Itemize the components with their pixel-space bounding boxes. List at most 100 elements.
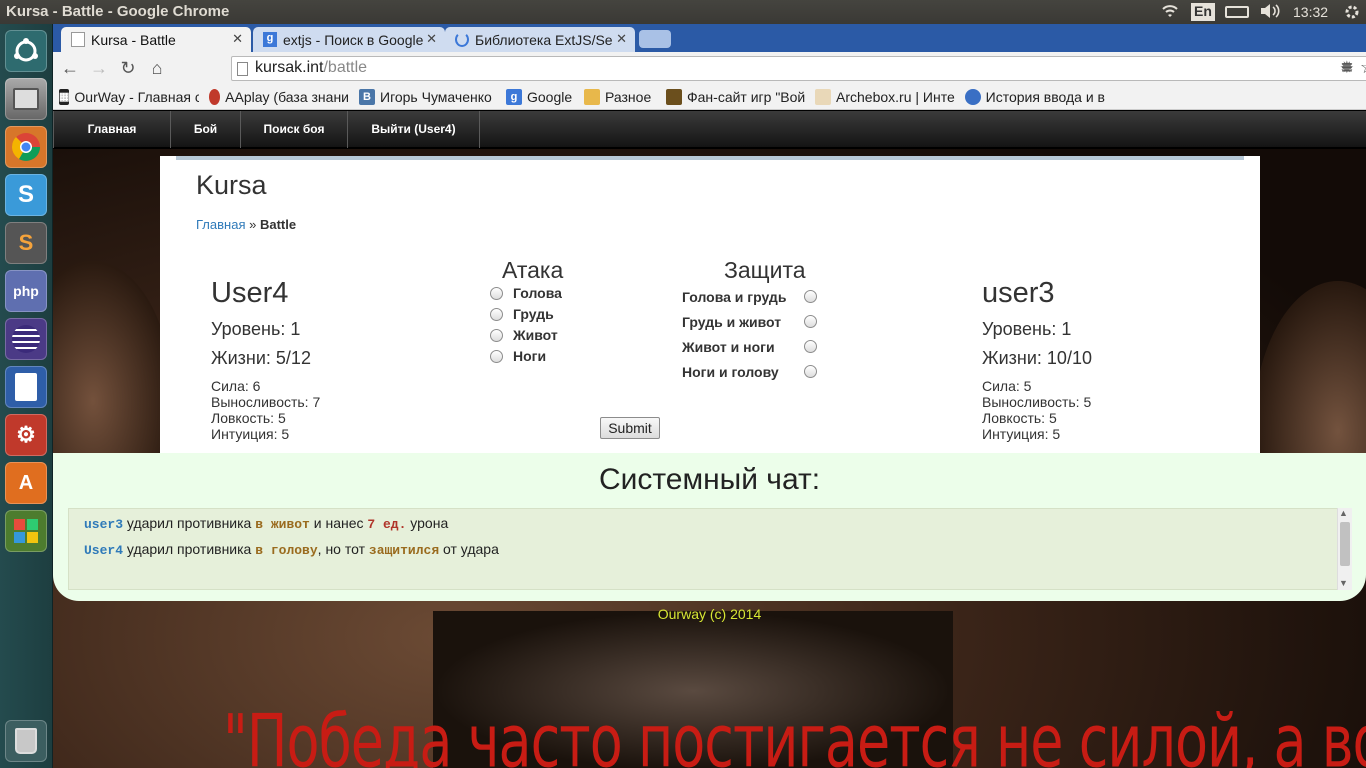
chat-user[interactable]: User4 bbox=[84, 543, 123, 558]
volume-icon[interactable] bbox=[1259, 2, 1281, 22]
sublime-text-icon[interactable]: S bbox=[5, 222, 47, 264]
back-arrow-icon[interactable]: ← bbox=[59, 57, 81, 79]
opponent-strength: Сила: 5 bbox=[982, 378, 1032, 394]
attack-legs-radio[interactable] bbox=[490, 349, 503, 363]
chat-log[interactable]: user3 ударил противника в живот и нанес … bbox=[68, 508, 1340, 590]
chat-title: Системный чат: bbox=[598, 463, 821, 496]
attack-head-radio[interactable] bbox=[490, 286, 503, 300]
battery-icon[interactable] bbox=[1225, 6, 1249, 18]
ubuntu-dash-icon[interactable] bbox=[5, 30, 47, 72]
defense-head-chest-radio[interactable] bbox=[804, 290, 817, 303]
close-tab-icon[interactable]: ✕ bbox=[232, 31, 243, 47]
chat-damage: 7 ед. bbox=[367, 517, 407, 532]
wifi-icon[interactable] bbox=[1160, 2, 1180, 22]
attack-belly-radio[interactable] bbox=[490, 328, 503, 342]
address-bar[interactable]: kursak.int/battle ✹ ☆ bbox=[231, 56, 1366, 81]
attack-option-label: Живот bbox=[513, 327, 558, 343]
chat-text: ударил противника bbox=[123, 541, 256, 557]
scroll-down-icon[interactable]: ▼ bbox=[1339, 578, 1348, 588]
site-navbar: Главная Бой Поиск боя Выйти (User4) bbox=[53, 111, 1366, 149]
nav-find-battle[interactable]: Поиск боя bbox=[241, 111, 348, 148]
web-page: Главная Бой Поиск боя Выйти (User4) Kurs… bbox=[53, 111, 1366, 768]
eclipse-icon[interactable] bbox=[5, 318, 47, 360]
forward-arrow-icon[interactable]: → bbox=[88, 57, 110, 79]
clock[interactable]: 13:32 bbox=[1293, 4, 1328, 24]
player-name: User4 bbox=[211, 277, 289, 309]
attack-option-chest[interactable]: Грудь bbox=[490, 306, 554, 322]
defense-option-belly-legs[interactable]: Живот и ноги bbox=[682, 339, 775, 355]
chat-message: User4 ударил противника в голову, но тот… bbox=[84, 541, 499, 558]
bookmark-ourway[interactable]: ▦ OurWay - Главная с bbox=[59, 87, 199, 107]
opponent-attributes: Сила: 5 Выносливость: 5 Ловкость: 5 Инту… bbox=[982, 378, 1091, 442]
bookmark-label: Разное bbox=[605, 89, 652, 105]
os-top-panel: Kursa - Battle - Google Chrome En 13:32 bbox=[0, 0, 1366, 24]
trash-icon[interactable] bbox=[5, 720, 47, 762]
player-level: Уровень: 1 bbox=[211, 319, 301, 339]
defense-option-chest-belly[interactable]: Грудь и живот bbox=[682, 314, 781, 330]
attack-chest-radio[interactable] bbox=[490, 307, 503, 321]
chat-hit-zone: в голову bbox=[255, 543, 318, 558]
tab-kursa-battle[interactable]: Kursa - Battle ✕ bbox=[61, 27, 251, 52]
url-path: /battle bbox=[323, 59, 368, 76]
attack-option-legs[interactable]: Ноги bbox=[490, 348, 546, 364]
close-tab-icon[interactable]: ✕ bbox=[616, 31, 627, 47]
opponent-intuition: Интуиция: 5 bbox=[982, 426, 1061, 442]
attack-option-head[interactable]: Голова bbox=[490, 285, 562, 301]
chrome-icon[interactable] bbox=[5, 126, 47, 168]
player-agility: Ловкость: 5 bbox=[211, 410, 286, 426]
skype-icon[interactable]: S bbox=[5, 174, 47, 216]
bookmark-archebox[interactable]: Archebox.ru | Инте bbox=[815, 87, 955, 107]
url-host: kursak.int bbox=[255, 59, 324, 76]
files-icon[interactable] bbox=[5, 78, 47, 120]
writer-icon[interactable] bbox=[5, 366, 47, 408]
defense-option-head-chest[interactable]: Голова и грудь bbox=[682, 289, 786, 305]
defense-chest-belly-radio[interactable] bbox=[804, 315, 817, 328]
defense-option-legs-head[interactable]: Ноги и голову bbox=[682, 364, 779, 380]
new-tab-button[interactable] bbox=[639, 30, 671, 48]
aaplay-icon bbox=[209, 89, 221, 105]
bookmark-aaplay[interactable]: AAplay (база знани bbox=[209, 87, 349, 107]
defense-belly-legs-radio[interactable] bbox=[804, 340, 817, 353]
keyboard-layout[interactable]: En bbox=[1191, 3, 1215, 21]
bookmark-folder-misc[interactable]: Разное bbox=[584, 87, 656, 107]
scroll-up-icon[interactable]: ▲ bbox=[1339, 508, 1348, 518]
chat-scrollbar[interactable]: ▲ ▼ bbox=[1337, 508, 1352, 590]
bookmark-history[interactable]: История ввода и в bbox=[965, 87, 1105, 107]
unity-launcher: S S php ⚙ A bbox=[0, 24, 53, 768]
home-icon[interactable]: ⌂ bbox=[146, 57, 168, 79]
background-quote: "Победа часто постигается не силой, а во… bbox=[223, 699, 1366, 768]
software-center-icon[interactable]: A bbox=[5, 462, 47, 504]
crossover-icon[interactable] bbox=[5, 510, 47, 552]
tab-extjs-library[interactable]: Библиотека ExtJS/Se ✕ bbox=[445, 27, 635, 52]
chat-user[interactable]: user3 bbox=[84, 517, 123, 532]
power-gear-icon[interactable] bbox=[1344, 4, 1360, 24]
menu-icon[interactable]: ≡ bbox=[1336, 57, 1358, 79]
fansite-icon bbox=[666, 89, 682, 105]
bookmark-star-icon[interactable]: ☆ bbox=[1360, 57, 1366, 78]
reload-icon[interactable]: ↻ bbox=[117, 57, 139, 79]
archebox-icon bbox=[815, 89, 831, 105]
close-tab-icon[interactable]: ✕ bbox=[426, 31, 437, 47]
chat-text: , но тот bbox=[317, 541, 369, 557]
submit-button[interactable]: Submit bbox=[600, 417, 660, 439]
settings-icon[interactable]: ⚙ bbox=[5, 414, 47, 456]
php-storm-icon[interactable]: php bbox=[5, 270, 47, 312]
bookmark-fansite[interactable]: Фан-сайт игр "Вой bbox=[666, 87, 806, 107]
google-icon: g bbox=[263, 32, 277, 47]
bookmark-google[interactable]: g Google bbox=[506, 87, 578, 107]
globe-icon bbox=[965, 89, 981, 105]
bookmark-vk[interactable]: B Игорь Чумаченко bbox=[359, 87, 499, 107]
header-stripe bbox=[176, 156, 1244, 160]
nav-home[interactable]: Главная bbox=[53, 111, 171, 148]
defense-legs-head-radio[interactable] bbox=[804, 365, 817, 378]
nav-battle[interactable]: Бой bbox=[171, 111, 241, 148]
breadcrumb-separator: » bbox=[245, 217, 260, 232]
main-content: Kursa Главная » Battle User4 Уровень: 1 … bbox=[160, 156, 1260, 454]
attack-option-belly[interactable]: Живот bbox=[490, 327, 558, 343]
tab-extjs-search[interactable]: g extjs - Поиск в Google ✕ bbox=[253, 27, 445, 52]
chat-text: и нанес bbox=[309, 515, 368, 531]
nav-logout[interactable]: Выйти (User4) bbox=[348, 111, 480, 148]
breadcrumb-home-link[interactable]: Главная bbox=[196, 217, 245, 232]
scrollbar-thumb[interactable] bbox=[1340, 522, 1350, 566]
defense-title: Защита bbox=[724, 257, 806, 283]
